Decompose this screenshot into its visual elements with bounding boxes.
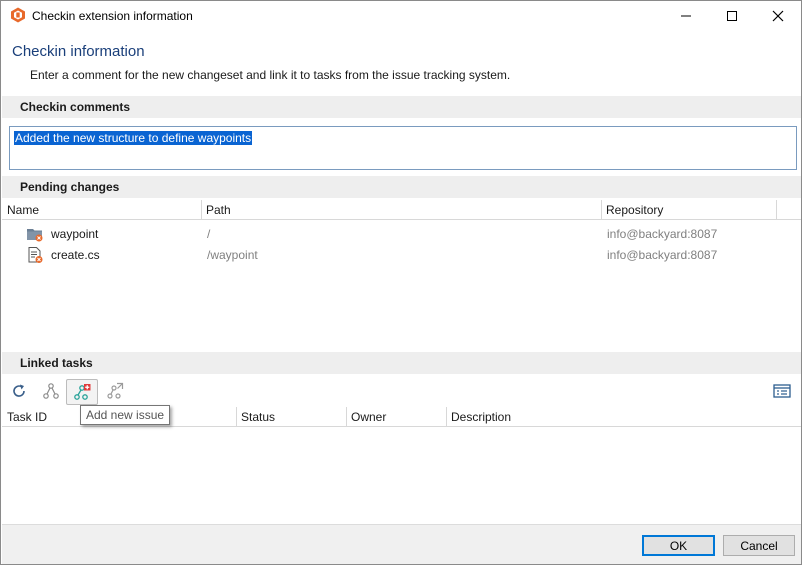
- pending-item-repository: info@backyard:8087: [607, 227, 718, 241]
- close-icon: [772, 10, 784, 22]
- column-divider[interactable]: [446, 407, 447, 426]
- column-options-icon: [773, 384, 791, 398]
- add-issue-icon: [74, 384, 91, 400]
- pending-item-path: /waypoint: [207, 248, 258, 262]
- open-issue-icon: [107, 382, 124, 399]
- maximize-icon: [727, 11, 737, 21]
- minimize-button[interactable]: [663, 1, 709, 31]
- comment-input[interactable]: Added the new structure to define waypoi…: [9, 126, 797, 170]
- column-divider[interactable]: [236, 407, 237, 426]
- column-header-task-id[interactable]: Task ID: [7, 410, 47, 424]
- column-header-description[interactable]: Description: [451, 410, 511, 424]
- file-icon: [28, 247, 43, 263]
- add-new-issue-button[interactable]: [66, 379, 98, 405]
- columns-options-button[interactable]: [770, 379, 794, 403]
- minimize-icon: [681, 15, 691, 17]
- checkin-comments-label: Checkin comments: [20, 100, 131, 114]
- column-header-status[interactable]: Status: [241, 410, 275, 424]
- link-task-button[interactable]: [39, 379, 63, 403]
- cancel-button[interactable]: Cancel: [723, 535, 795, 556]
- column-divider[interactable]: [346, 407, 347, 426]
- app-logo-icon: [11, 7, 25, 23]
- column-header-name[interactable]: Name: [7, 203, 39, 217]
- link-task-icon: [43, 383, 59, 399]
- column-divider[interactable]: [776, 200, 777, 219]
- maximize-button[interactable]: [709, 1, 755, 31]
- pending-changes-header: Name Path Repository: [2, 200, 801, 220]
- refresh-button[interactable]: [7, 379, 31, 403]
- table-row[interactable]: waypoint / info@backyard:8087: [2, 223, 801, 244]
- page-title: Checkin information: [12, 43, 145, 60]
- folder-icon: [27, 229, 43, 242]
- pending-item-path: /: [207, 227, 211, 241]
- column-header-repository[interactable]: Repository: [606, 203, 663, 217]
- column-header-path[interactable]: Path: [206, 203, 231, 217]
- linked-tasks-label: Linked tasks: [20, 356, 93, 370]
- checkin-comments-section: Checkin comments: [2, 96, 801, 118]
- linked-tasks-section: Linked tasks: [2, 352, 801, 374]
- ok-button[interactable]: OK: [642, 535, 715, 556]
- pending-changes-label: Pending changes: [20, 180, 120, 194]
- dialog-footer: OK Cancel: [2, 524, 801, 564]
- open-issue-button[interactable]: [103, 379, 127, 403]
- pending-item-repository: info@backyard:8087: [607, 248, 718, 262]
- tooltip-add-new-issue: Add new issue: [80, 405, 171, 425]
- column-divider[interactable]: [201, 200, 202, 219]
- pending-item-name: create.cs: [51, 248, 100, 262]
- comment-text: Added the new structure to define waypoi…: [14, 131, 253, 145]
- pending-item-name: waypoint: [51, 227, 99, 241]
- close-button[interactable]: [755, 1, 801, 31]
- table-row[interactable]: create.cs /waypoint info@backyard:8087: [2, 244, 801, 265]
- column-header-owner[interactable]: Owner: [351, 410, 386, 424]
- refresh-icon: [13, 384, 25, 397]
- title-bar: Checkin extension information: [1, 1, 801, 31]
- page-subtitle: Enter a comment for the new changeset an…: [30, 68, 511, 82]
- window-title: Checkin extension information: [32, 9, 193, 23]
- column-divider[interactable]: [601, 200, 602, 219]
- pending-changes-section: Pending changes: [2, 176, 801, 198]
- dialog-window: Checkin extension information Checkin in…: [0, 0, 802, 565]
